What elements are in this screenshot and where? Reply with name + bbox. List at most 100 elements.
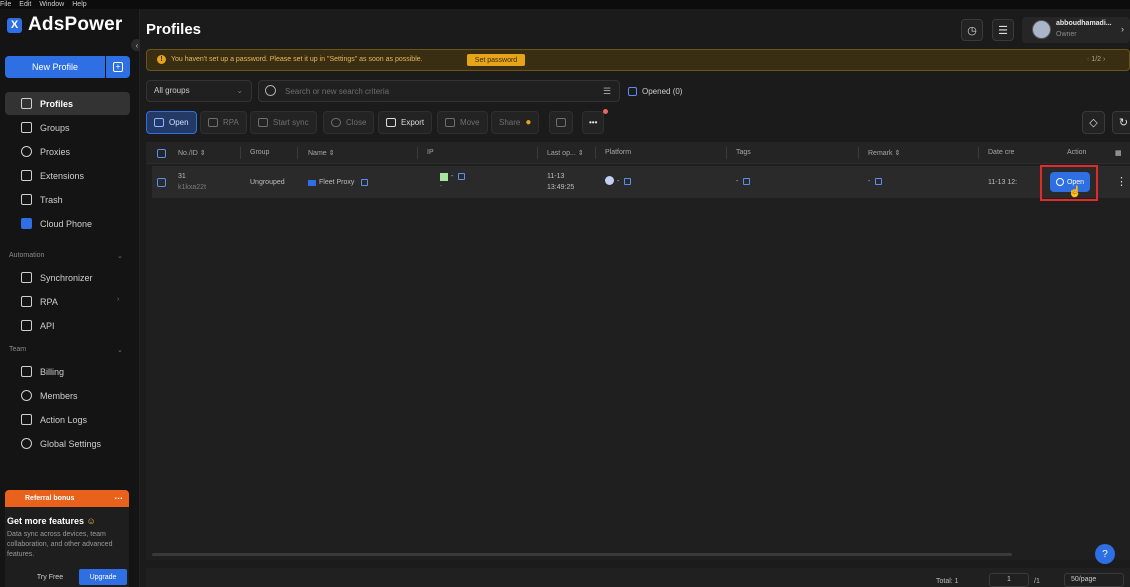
app-name: AdsPower [28, 14, 123, 35]
rpa-icon [21, 296, 32, 307]
sidebar-item-proxies[interactable]: Proxies [5, 140, 130, 163]
more-options-button[interactable]: ••• [582, 111, 605, 134]
column-header-no-id[interactable]: No./ID ⇕ [178, 149, 206, 157]
platform-icon [605, 176, 614, 187]
export-button[interactable]: Export [378, 111, 433, 134]
plus-square-icon: + [113, 62, 123, 72]
try-free-button[interactable]: Try Free [26, 569, 74, 585]
column-header-date-created[interactable]: Date cre [988, 149, 1014, 156]
set-password-button[interactable]: Set password [467, 54, 525, 66]
menu-window[interactable]: Window [39, 0, 64, 9]
column-header-ip[interactable]: IP [427, 149, 434, 156]
tags-value: - [736, 178, 739, 185]
chevron-down-icon[interactable]: ⌄ [117, 346, 123, 354]
edit-ip-icon[interactable] [458, 172, 465, 182]
sidebar-item-groups[interactable]: Groups [5, 116, 130, 139]
select-all-checkbox[interactable] [157, 149, 166, 158]
share-button[interactable]: Share ● [491, 111, 540, 134]
sidebar-item-global-settings[interactable]: Global Settings [5, 432, 130, 455]
row-more-icon[interactable]: ⋮ [1116, 175, 1127, 188]
refresh-icon[interactable]: ↻ [1112, 111, 1130, 134]
profile-name: Fleet Proxy [319, 179, 355, 186]
edit-platform-icon[interactable] [624, 177, 631, 187]
edit-name-icon[interactable] [361, 178, 368, 188]
tag-icon[interactable]: ◇ [1082, 111, 1105, 134]
page-title: Profiles [146, 21, 202, 38]
upgrade-button[interactable]: Upgrade [79, 569, 127, 585]
rpa-button[interactable]: RPA [200, 111, 247, 134]
menu-file[interactable]: File [0, 0, 11, 9]
delete-button[interactable] [549, 111, 573, 134]
sidebar-item-label: Billing [40, 366, 65, 377]
column-divider [978, 147, 979, 159]
sidebar-item-billing[interactable]: Billing [5, 360, 130, 383]
app-logo: X AdsPower [7, 14, 123, 36]
open-button[interactable]: Open [146, 111, 197, 134]
start-sync-button[interactable]: Start sync [250, 111, 317, 134]
help-chat-icon[interactable]: ? [1095, 544, 1115, 564]
sidebar-item-rpa[interactable]: RPA [5, 290, 130, 313]
column-divider [726, 147, 727, 159]
close-circle-icon [331, 118, 341, 127]
per-page-select[interactable]: 50/page [1064, 573, 1124, 587]
ip-flag-icon [440, 173, 448, 183]
edit-tags-icon[interactable] [743, 177, 750, 187]
promo-description: Data sync across devices, team collabora… [7, 531, 113, 558]
edit-remark-icon[interactable] [875, 177, 882, 187]
row-checkbox[interactable] [157, 178, 166, 187]
close-button[interactable]: Close [323, 111, 375, 134]
sidebar-item-label: Members [40, 390, 78, 401]
sidebar-item-trash[interactable]: Trash [5, 188, 130, 211]
chevron-left-icon: ‹ [1087, 56, 1090, 63]
group-select[interactable]: All groups ⌄ [146, 80, 252, 102]
platform-value: - [617, 178, 620, 185]
extensions-icon [21, 170, 32, 181]
sidebar-item-members[interactable]: Members [5, 384, 130, 407]
menu-help[interactable]: Help [72, 0, 86, 9]
chevron-down-icon[interactable]: ⌄ [117, 252, 123, 260]
column-header-last-open[interactable]: Last op... ⇕ [547, 149, 584, 157]
sync-clock-icon[interactable]: ◷ [961, 19, 983, 41]
sidebar-item-synchronizer[interactable]: Synchronizer [5, 266, 130, 289]
chevron-right-icon: › [1121, 24, 1124, 34]
batch-add-button[interactable]: + [106, 56, 130, 78]
menu-edit[interactable]: Edit [19, 0, 31, 9]
profiles-icon [21, 98, 32, 109]
column-header-tags[interactable]: Tags [736, 149, 751, 156]
referral-bonus-bar[interactable]: Referral bonus… [5, 490, 129, 507]
filter-icon[interactable]: ☰ [603, 86, 611, 97]
avatar [1032, 20, 1051, 39]
last-open-time: 13:49:25 [547, 184, 575, 191]
page-total: /1 [1034, 578, 1040, 585]
sidebar-item-action-logs[interactable]: Action Logs [5, 408, 130, 431]
sidebar-item-cloud-phone[interactable]: Cloud Phone [5, 212, 130, 235]
synchronizer-icon [21, 272, 32, 283]
sidebar-item-api[interactable]: API [5, 314, 130, 337]
mouse-cursor-icon: ☝ [1068, 186, 1082, 198]
sidebar-item-label: Profiles [40, 98, 74, 109]
column-header-platform[interactable]: Platform [605, 149, 631, 156]
move-button[interactable]: Move [437, 111, 488, 134]
horizontal-scrollbar[interactable] [152, 553, 1012, 556]
flag-icon [308, 178, 316, 188]
sidebar-item-profiles[interactable]: Profiles [5, 92, 130, 115]
search-input[interactable] [285, 81, 595, 101]
column-header-remark[interactable]: Remark ⇕ [868, 149, 900, 157]
page-input[interactable]: 1 [989, 573, 1029, 587]
chevron-right-icon: › [1102, 56, 1106, 63]
billing-icon [21, 366, 32, 377]
profiles-table [146, 142, 1130, 560]
task-list-icon[interactable]: ☰ [992, 19, 1014, 41]
column-header-name[interactable]: Name ⇕ [308, 149, 334, 157]
opened-checkbox[interactable] [628, 87, 637, 96]
new-profile-button[interactable]: New Profile [5, 56, 105, 78]
cloud-phone-icon [21, 218, 32, 229]
more-icon[interactable]: … [114, 491, 123, 501]
column-divider [417, 147, 418, 159]
column-settings-icon[interactable]: ▦ [1115, 149, 1122, 157]
profile-group: Ungrouped [250, 179, 285, 186]
sidebar-item-extensions[interactable]: Extensions [5, 164, 130, 187]
table-row[interactable] [152, 166, 1130, 198]
action-logs-icon [21, 414, 32, 425]
column-header-group[interactable]: Group [250, 149, 269, 156]
